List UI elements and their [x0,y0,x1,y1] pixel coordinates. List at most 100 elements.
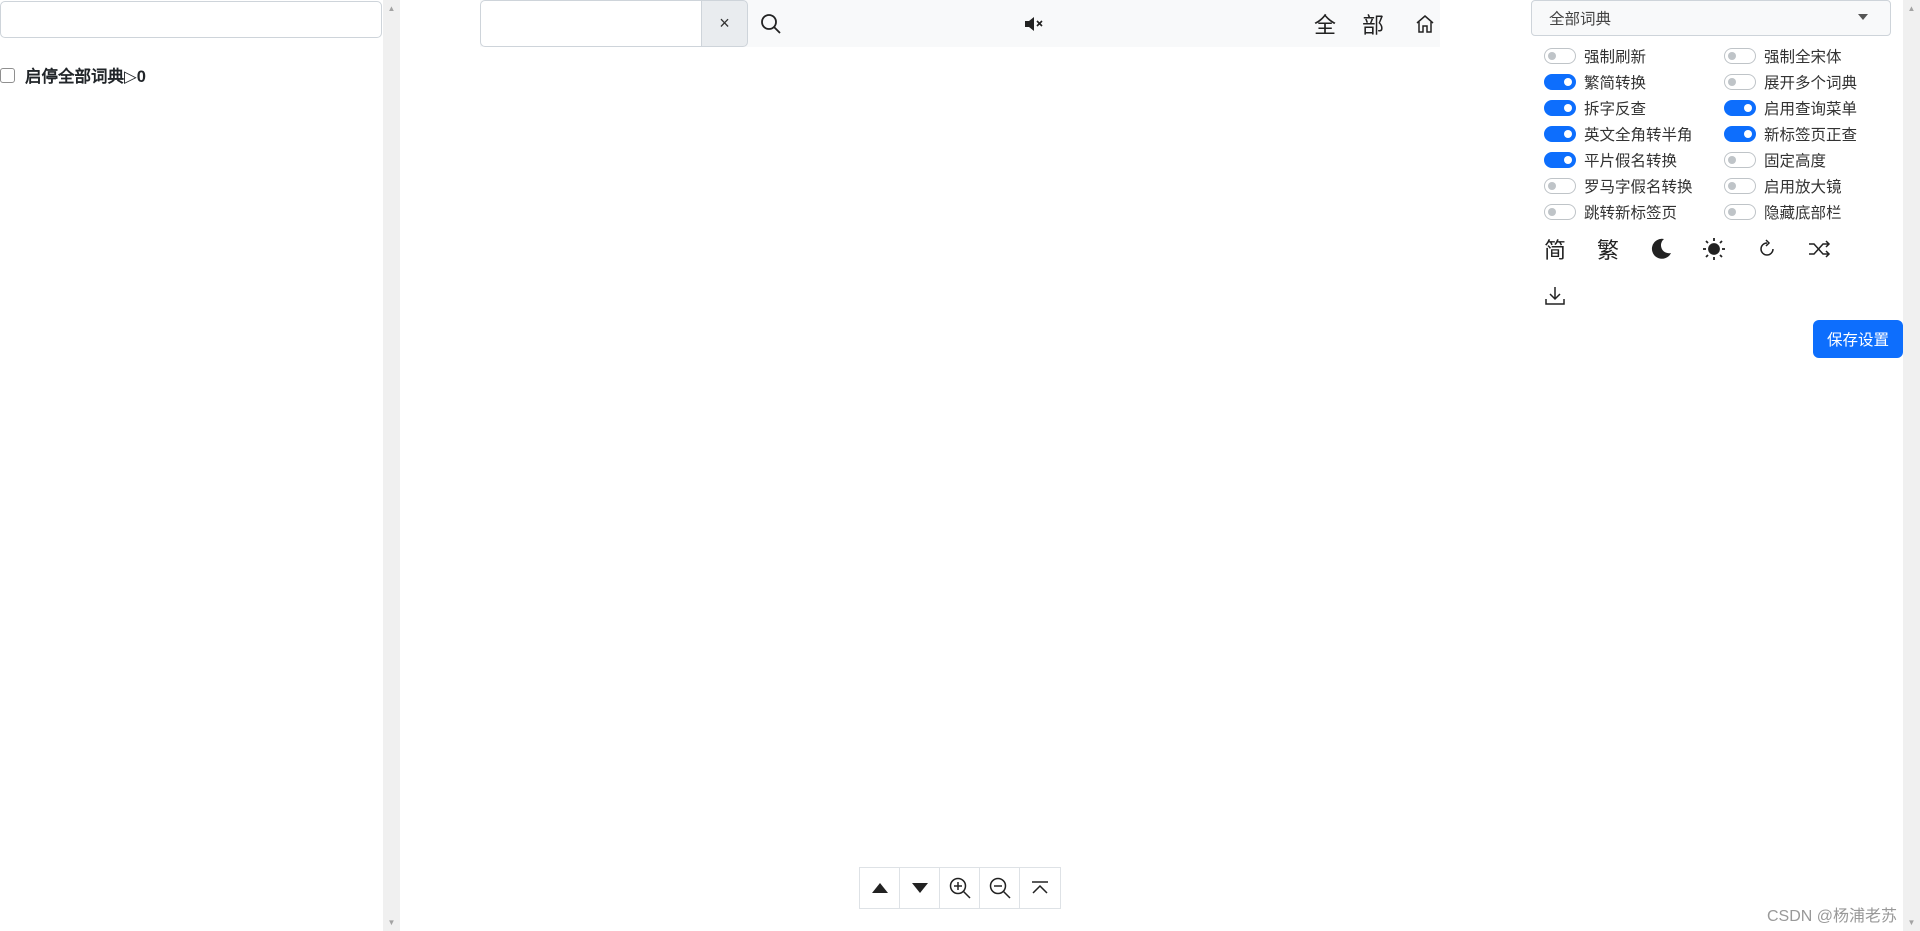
switch-row[interactable]: 平片假名转换 [1544,149,1677,171]
switch-label: 跳转新标签页 [1584,205,1678,222]
switch-label: 固定高度 [1764,153,1827,170]
toggle-knob [1728,52,1736,60]
toggle-switch[interactable] [1724,152,1756,168]
show-all-button[interactable]: 全 [1309,8,1341,40]
toggle-switch[interactable] [1544,178,1576,194]
home-icon [1416,15,1434,33]
random-button[interactable] [1805,234,1835,264]
scroll-up-arrow[interactable]: ▲ [1903,0,1920,17]
toggle-knob [1548,182,1556,190]
download-button[interactable] [1540,281,1570,311]
zoom-in-button[interactable] [940,868,980,908]
switch-row[interactable]: 罗马字假名转换 [1544,175,1693,197]
toggle-switch[interactable] [1544,100,1576,116]
switch-row[interactable]: 拆字反查 [1544,97,1646,119]
switch-row[interactable]: 启用查询菜单 [1724,97,1857,119]
switch-row[interactable]: 繁简转换 [1544,71,1646,93]
toggle-knob [1564,130,1572,138]
scroll-up-arrow[interactable]: ▲ [383,0,400,17]
shuffle-icon [1809,240,1831,258]
toggle-switch[interactable] [1724,126,1756,142]
toggle-switch[interactable] [1724,48,1756,64]
show-part-button[interactable]: 部 [1357,8,1389,40]
switch-row[interactable]: 强制全宋体 [1724,45,1842,67]
switch-row[interactable]: 隐藏底部栏 [1724,201,1842,223]
left-scrollbar[interactable]: ▲ ▼ [383,0,400,931]
next-down-icon [911,883,928,893]
toggle-knob [1564,78,1572,86]
back-to-top-button[interactable] [1020,868,1060,908]
toggle-knob [1564,104,1572,112]
search-input[interactable] [480,0,701,47]
switch-row[interactable]: 英文全角转半角 [1544,123,1693,145]
toggle-knob [1728,78,1736,86]
switch-label: 平片假名转换 [1584,153,1678,170]
toggle-switch[interactable] [1724,100,1756,116]
download-icon [1545,287,1565,305]
switch-label: 启用查询菜单 [1764,101,1858,118]
dictionary-select-value: 全部词典 [1549,11,1612,28]
clear-label: × [719,13,730,33]
toggle-all-label: 启停全部词典▷0 [25,68,146,86]
traditional-button[interactable]: 繁 [1593,234,1623,264]
switch-label: 强制刷新 [1584,49,1647,66]
left-panel: 启停全部词典▷0 [0,0,383,931]
dictionary-select[interactable]: 全部词典 [1531,0,1891,36]
prev-up-icon [871,883,888,893]
toggle-knob [1548,208,1556,216]
right-scrollbar[interactable]: ▲ ▼ [1903,0,1920,931]
all-label: 全 [1313,14,1336,39]
toggle-switch[interactable] [1544,126,1576,142]
zoom-in-icon [949,877,971,899]
sun-icon [1703,238,1725,260]
save-settings-button[interactable]: 保存设置 [1813,320,1903,358]
switch-label: 繁简转换 [1584,75,1647,92]
save-settings-label: 保存设置 [1826,332,1889,349]
switch-row[interactable]: 强制刷新 [1544,45,1646,67]
part-label: 部 [1361,14,1384,39]
search-icon [761,14,781,34]
toggle-switch[interactable] [1544,74,1576,90]
moon-icon [1651,238,1671,259]
toggle-knob [1744,104,1752,112]
refresh-icon [1760,239,1774,256]
traditional-label: 繁 [1596,239,1619,264]
simplified-label: 简 [1543,239,1566,264]
switch-row[interactable]: 固定高度 [1724,149,1826,171]
dictionary-filter-input[interactable] [0,1,382,38]
scroll-down-arrow[interactable]: ▼ [383,914,400,931]
next-button[interactable] [900,868,940,908]
clear-search-button[interactable]: × [701,0,748,47]
switch-label: 隐藏底部栏 [1764,205,1842,222]
prev-button[interactable] [860,868,900,908]
switch-row[interactable]: 跳转新标签页 [1544,201,1677,223]
toggle-all-checkbox[interactable] [0,67,15,83]
toggle-switch[interactable] [1544,48,1576,64]
switch-label: 英文全角转半角 [1584,127,1693,144]
zoom-out-button[interactable] [980,868,1020,908]
toggle-knob [1728,156,1736,164]
switch-label: 拆字反查 [1584,101,1647,118]
search-button[interactable] [756,9,786,39]
toggle-knob [1744,130,1752,138]
switch-row[interactable]: 启用放大镜 [1724,175,1842,197]
light-mode-button[interactable] [1699,234,1729,264]
refresh-button[interactable] [1752,234,1782,264]
toggle-switch[interactable] [1724,178,1756,194]
switch-label: 罗马字假名转换 [1584,179,1693,196]
toggle-knob [1728,208,1736,216]
toggle-switch[interactable] [1544,204,1576,220]
toggle-switch[interactable] [1724,204,1756,220]
dark-mode-button[interactable] [1646,234,1676,264]
mute-button[interactable] [1022,12,1046,36]
scroll-down-arrow[interactable]: ▼ [1903,914,1920,931]
switch-row[interactable]: 展开多个词典 [1724,71,1857,93]
home-button[interactable] [1412,11,1438,37]
bottom-nav-bar [859,867,1061,909]
volume-mute-icon [1025,17,1043,31]
simplified-button[interactable]: 简 [1540,234,1570,264]
toggle-switch[interactable] [1724,74,1756,90]
toggle-all-dictionaries[interactable]: 启停全部词典▷0 [0,63,146,87]
switch-row[interactable]: 新标签页正查 [1724,123,1857,145]
toggle-switch[interactable] [1544,152,1576,168]
